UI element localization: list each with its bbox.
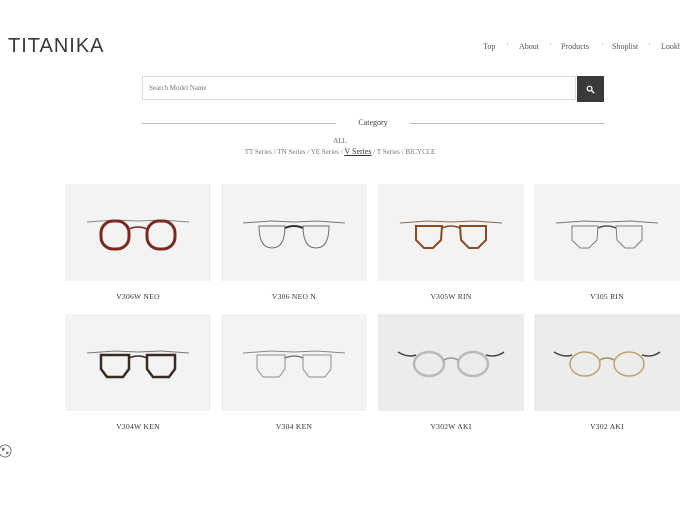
product-card-v305-rin[interactable] [534,184,680,281]
filter-t-series[interactable]: T Series [377,148,400,156]
nav-separator: ' [550,42,552,50]
glasses-image [242,350,346,378]
filter-tn-series[interactable]: TN Series [277,148,305,156]
nav-separator: ' [649,42,651,50]
filter-bicycle[interactable]: BICYCLE [405,148,435,156]
search-input[interactable] [142,76,576,100]
product-card-v304-ken[interactable] [221,314,367,411]
product-card-v302w-aki[interactable] [378,314,524,411]
category-header: Category [142,117,604,131]
search-button[interactable] [577,76,604,102]
filter-v-series-active[interactable]: V Series [344,147,371,156]
brand-logo[interactable]: TITANIKA [8,35,105,58]
product-name[interactable]: V304W KEN [65,422,211,431]
divider-line [410,123,604,124]
glasses-image [86,219,190,251]
series-filter: TT Series / TN Series / YE Series / V Se… [244,147,436,156]
product-name[interactable]: V305 RIN [534,292,680,301]
glasses-image [86,350,190,379]
search-bar [142,76,604,102]
product-name[interactable]: V305W RIN [378,292,524,301]
nav-item-shoplist[interactable]: Shoplist [612,42,638,51]
search-icon [586,85,595,93]
product-card-v305w-rin[interactable] [378,184,524,281]
nav-separator: ' [507,42,509,50]
glasses-image [399,220,503,249]
nav-separator: ' [602,42,604,50]
product-card-v302-aki[interactable] [534,314,680,411]
filter-all-link[interactable]: ALL [333,137,347,145]
filter-all: ALL [0,137,680,145]
glasses-image [242,220,346,249]
filter-ye-series[interactable]: YE Series [311,148,339,156]
product-card-v306-neo-n[interactable] [221,184,367,281]
product-name[interactable]: V306 NEO N [221,292,367,301]
product-name[interactable]: V304 KEN [221,422,367,431]
product-card-v304w-ken[interactable] [65,314,211,411]
glasses-image [553,351,661,377]
product-name[interactable]: V306W NEO [65,292,211,301]
product-name[interactable]: V302 AKI [534,422,680,431]
glasses-image [555,220,659,249]
product-name[interactable]: V302W AKI [378,422,524,431]
main-nav: Top ' About ' Products ' Shoplist ' Look… [472,42,680,54]
glasses-image [397,350,505,378]
filter-tt-series[interactable]: TT Series [245,148,272,156]
nav-item-products[interactable]: Products [561,42,589,51]
nav-item-top[interactable]: Top [483,42,495,51]
nav-item-about[interactable]: About [519,42,539,51]
language-globe-icon[interactable] [0,444,12,463]
nav-item-lookbook[interactable]: Lookb [661,42,680,51]
product-card-v306w-neo[interactable] [65,184,211,281]
